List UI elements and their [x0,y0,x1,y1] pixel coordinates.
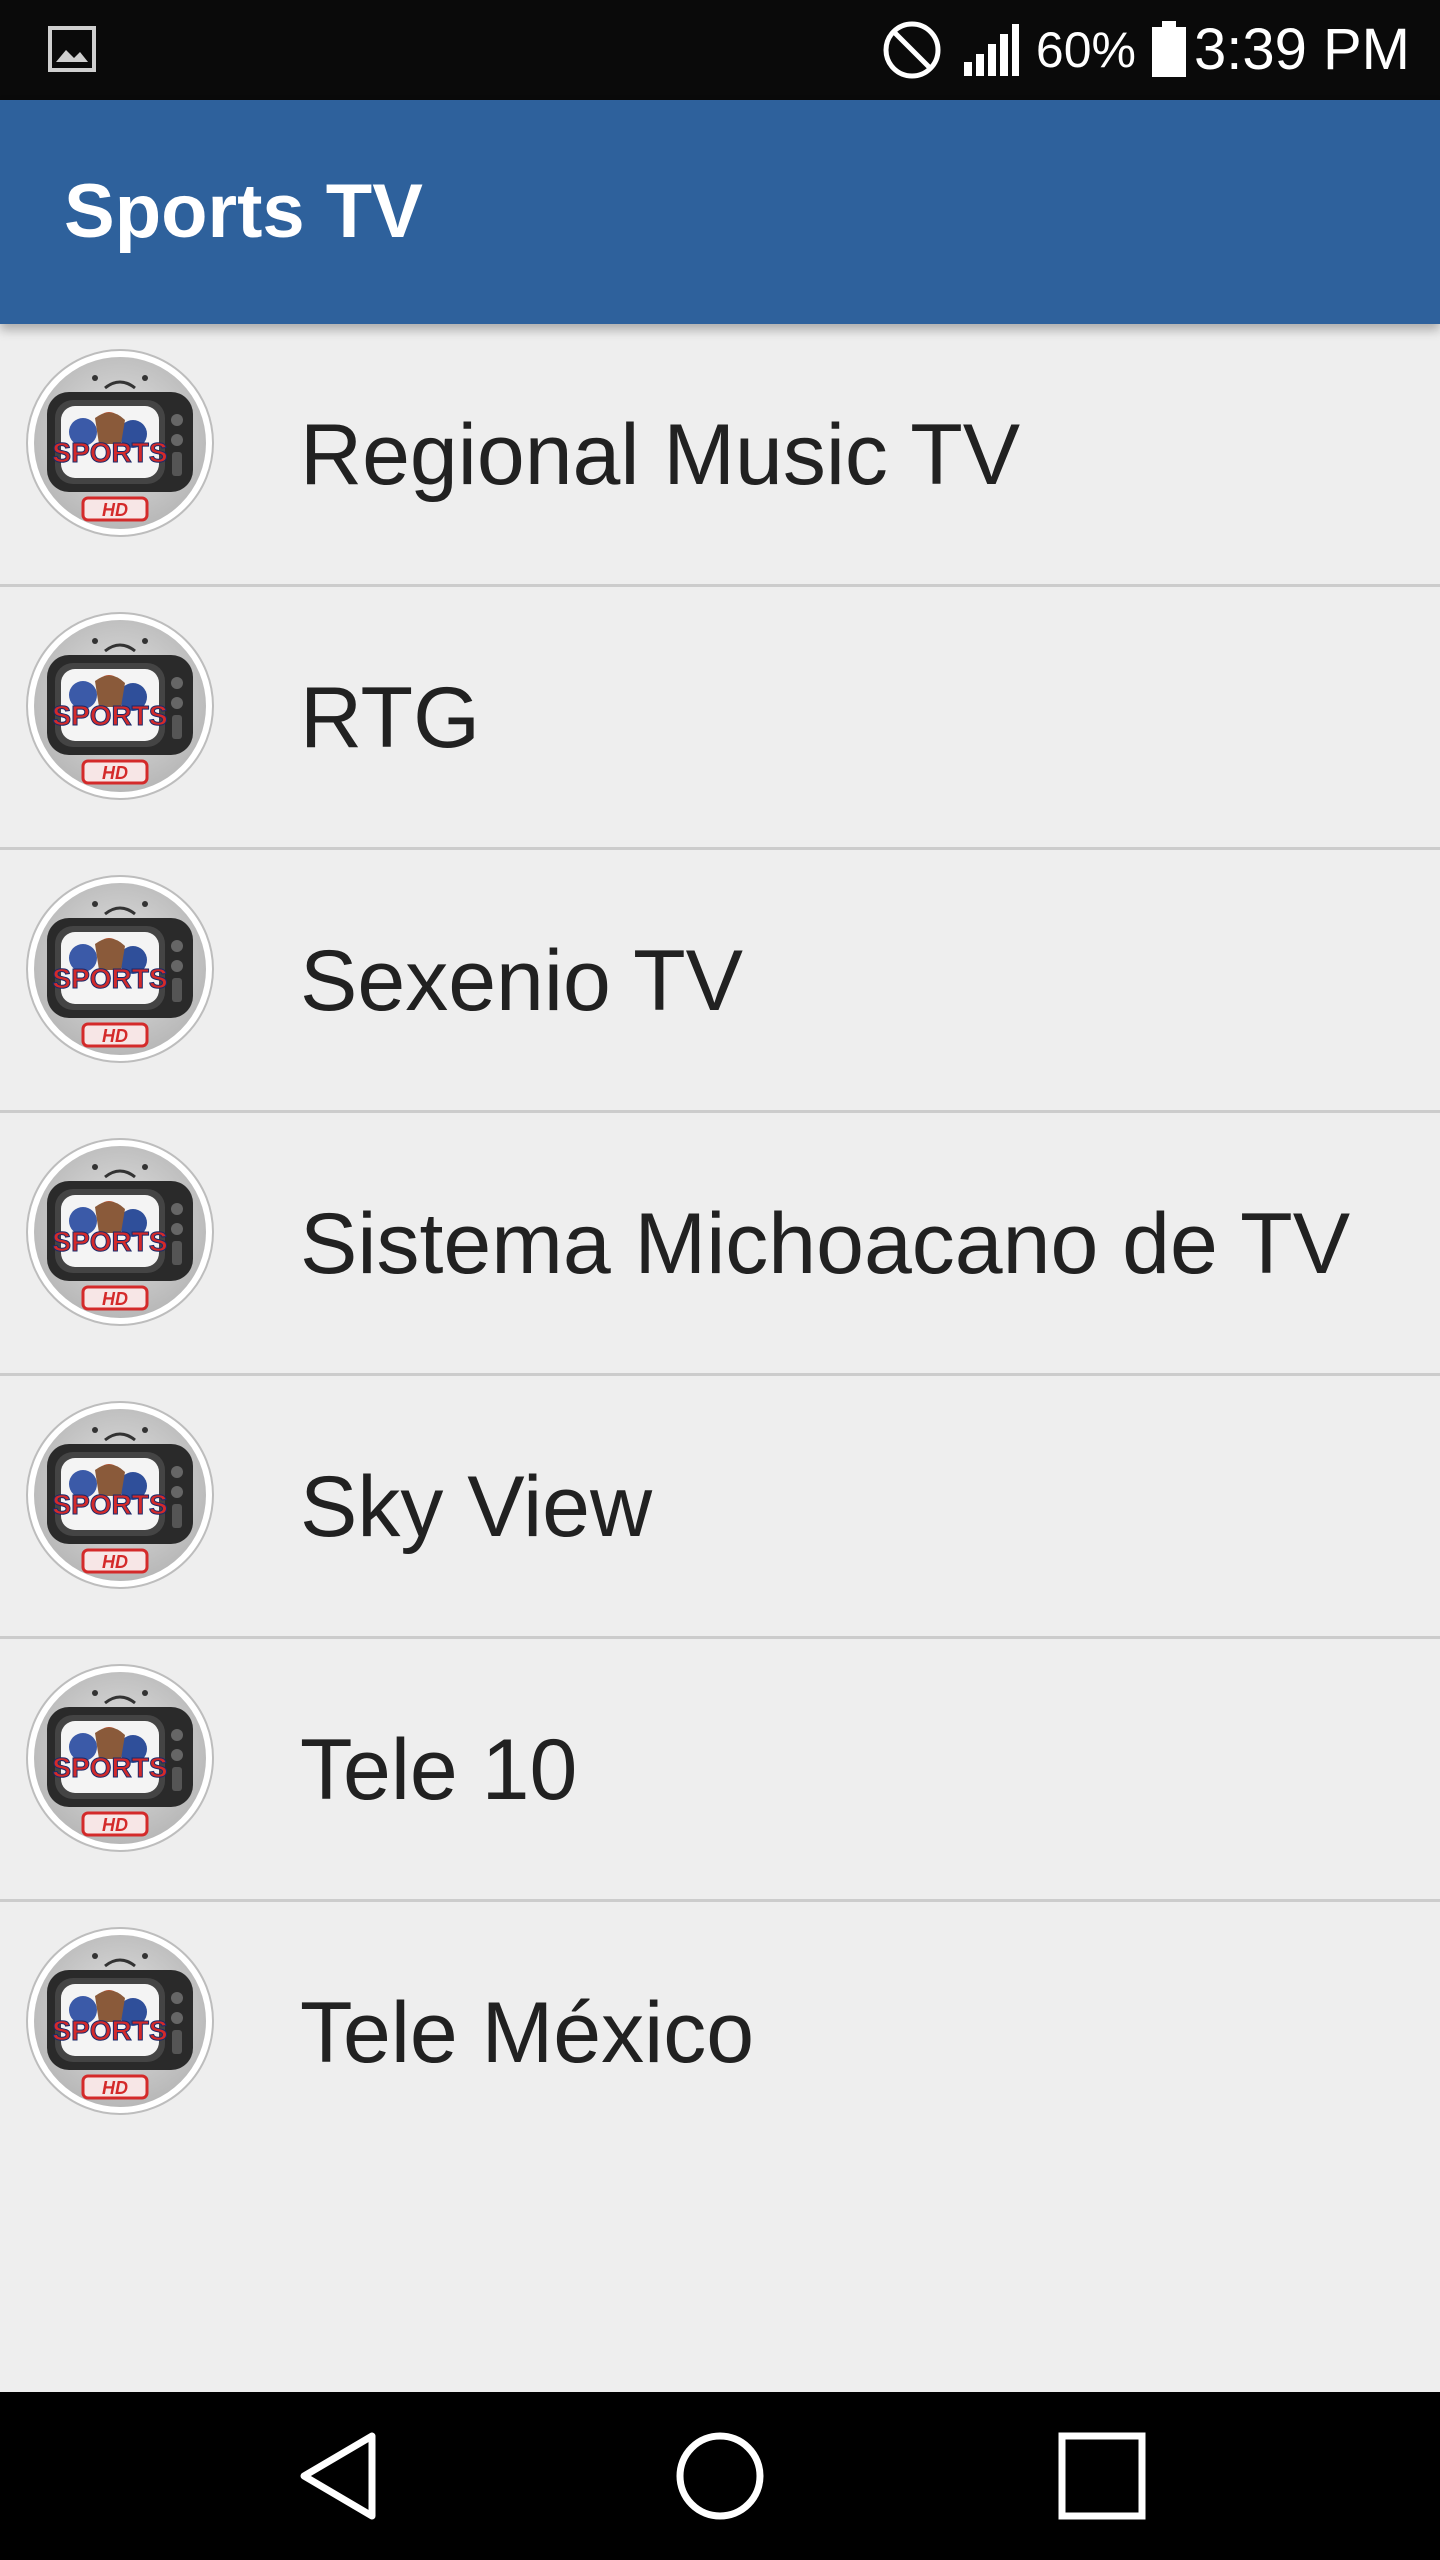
sports-hd-tv-icon [25,1137,215,1327]
status-bar: 60% 3:39 PM [0,0,1440,100]
battery-icon [1152,21,1186,77]
gallery-icon [48,26,96,72]
list-item[interactable]: RTG [0,587,1440,850]
sports-hd-tv-icon [25,1663,215,1853]
list-item[interactable]: Regional Music TV [0,324,1440,587]
channel-list: Regional Music TV RTG Sexenio TV Sistema… [0,324,1440,2158]
list-item[interactable]: Sexenio TV [0,850,1440,1113]
channel-name: RTG [300,670,480,766]
list-item[interactable]: Sistema Michoacano de TV [0,1113,1440,1376]
sports-hd-tv-icon [25,1926,215,2116]
channel-name: Tele México [300,1985,755,2081]
back-triangle-icon[interactable] [290,2426,390,2526]
navigation-bar [0,2392,1440,2560]
channel-name: Sky View [300,1459,653,1555]
home-circle-icon[interactable] [670,2426,770,2526]
sports-hd-tv-icon [25,874,215,1064]
channel-name: Sexenio TV [300,933,744,1029]
channel-name: Tele 10 [300,1722,578,1818]
list-item[interactable]: Tele 10 [0,1639,1440,1902]
list-item[interactable]: Sky View [0,1376,1440,1639]
channel-name: Regional Music TV [300,407,1021,503]
sports-hd-tv-icon [25,348,215,538]
clock: 3:39 PM [1194,17,1410,82]
battery-percent: 60% [1035,22,1136,78]
list-item[interactable]: Tele México [0,1902,1440,2158]
block-icon [883,21,941,79]
app-bar: Sports TV [0,100,1440,324]
recents-square-icon[interactable] [1052,2426,1152,2526]
sports-hd-tv-icon [25,1400,215,1590]
app-title: Sports TV [64,169,423,254]
channel-name: Sistema Michoacano de TV [300,1196,1351,1292]
signal-icon [963,24,1019,76]
sports-hd-tv-icon [25,611,215,801]
